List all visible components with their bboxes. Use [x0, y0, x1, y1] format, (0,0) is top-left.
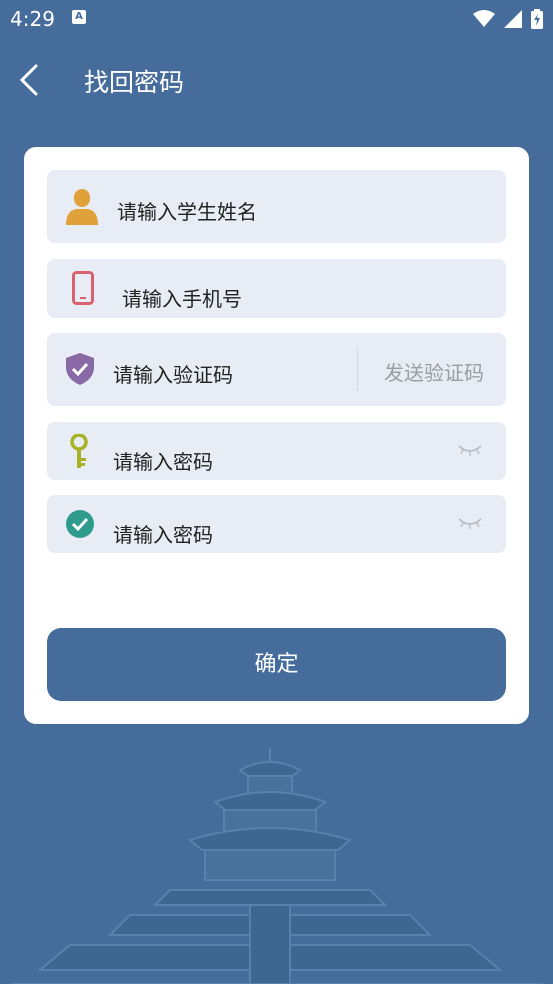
person-icon: [66, 189, 98, 225]
status-icons: [469, 8, 543, 29]
shield-icon: [66, 353, 94, 385]
eye-closed-icon[interactable]: [458, 444, 482, 458]
key-icon: [70, 434, 88, 468]
send-code-button[interactable]: 发送验证码: [384, 357, 484, 386]
temple-of-heaven-illustration: [10, 748, 543, 984]
status-time: 4:29: [10, 7, 55, 31]
eye-closed-icon[interactable]: [458, 517, 482, 531]
confirm-password-placeholder: 请输入密码: [113, 523, 213, 547]
app-bar: 找回密码: [0, 50, 553, 110]
field-divider: [357, 347, 358, 391]
verification-code-field[interactable]: 请输入验证码 发送验证码: [47, 333, 506, 406]
student-name-field[interactable]: 请输入学生姓名: [47, 170, 506, 243]
signal-icon: [503, 9, 522, 28]
phone-placeholder: 请输入手机号: [122, 287, 242, 311]
phone-field[interactable]: 请输入手机号: [47, 259, 506, 318]
confirm-password-field[interactable]: 请输入密码: [47, 495, 506, 553]
page-title: 找回密码: [84, 68, 185, 97]
recover-password-card: 请输入学生姓名 请输入手机号 请输入验证码 发送验证码 请输入密码 请输入密码 …: [24, 147, 529, 724]
notification-icon: A: [72, 10, 86, 24]
password-placeholder: 请输入密码: [113, 450, 213, 474]
password-field[interactable]: 请输入密码: [47, 422, 506, 480]
student-name-placeholder: 请输入学生姓名: [117, 200, 257, 224]
chevron-left-icon: [19, 64, 38, 96]
wifi-icon: [472, 9, 495, 27]
status-bar: 4:29 A: [0, 0, 553, 38]
confirm-button[interactable]: 确定: [47, 628, 506, 701]
phone-icon: [72, 271, 94, 305]
check-circle-icon: [66, 510, 94, 538]
battery-icon: [531, 8, 543, 29]
verification-code-placeholder: 请输入验证码: [113, 363, 233, 387]
back-button[interactable]: [14, 62, 48, 98]
